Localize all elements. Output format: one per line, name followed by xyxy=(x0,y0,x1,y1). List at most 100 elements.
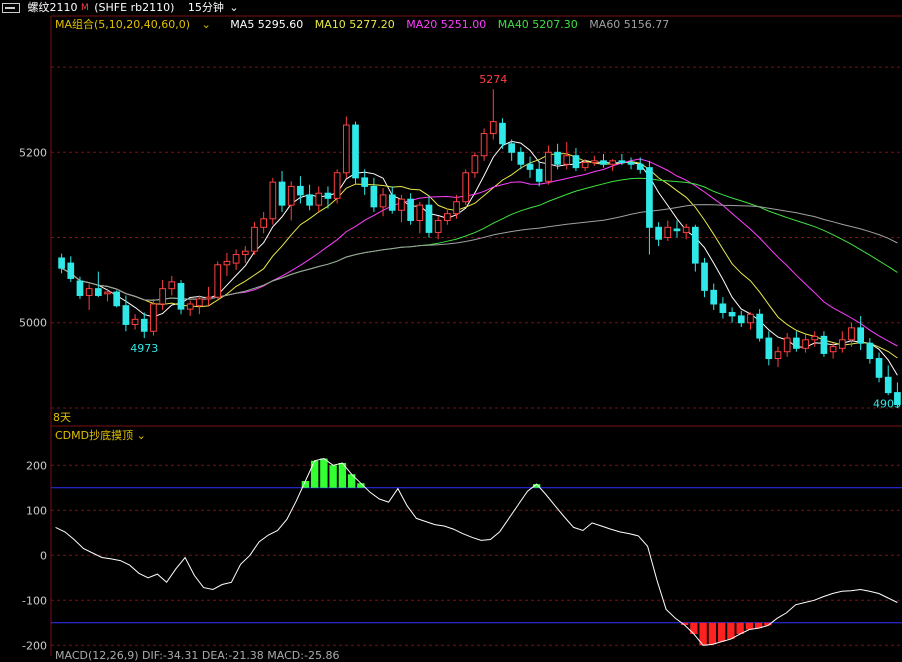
candle[interactable] xyxy=(388,186,396,214)
candle[interactable] xyxy=(168,275,176,296)
candle[interactable] xyxy=(875,352,883,383)
candle[interactable] xyxy=(214,261,222,299)
candle[interactable] xyxy=(747,312,754,330)
candle[interactable] xyxy=(572,148,580,172)
candle[interactable] xyxy=(673,220,681,238)
candle[interactable] xyxy=(333,169,341,204)
candle[interactable] xyxy=(802,334,809,353)
candle[interactable] xyxy=(140,312,148,339)
candle[interactable] xyxy=(774,346,782,368)
period-selector[interactable]: 15分钟 ⌄ xyxy=(188,0,239,16)
candle[interactable] xyxy=(196,295,203,315)
candle[interactable] xyxy=(361,169,369,195)
kline-chart-svg[interactable]: 5200 5000 5274 4973 4903 8天 200 100 0 -100 -200 xyxy=(0,0,902,656)
candle[interactable] xyxy=(342,116,350,178)
candle[interactable] xyxy=(205,286,212,306)
candle[interactable] xyxy=(260,211,268,234)
candle-body xyxy=(590,160,598,164)
candle-body xyxy=(728,312,736,317)
candle-body xyxy=(94,288,102,296)
candle[interactable] xyxy=(186,300,194,316)
candle[interactable] xyxy=(545,145,552,185)
candle[interactable] xyxy=(480,128,488,161)
candle[interactable] xyxy=(627,157,635,170)
candle[interactable] xyxy=(765,331,773,366)
candle[interactable] xyxy=(517,147,525,170)
candle[interactable] xyxy=(682,223,690,240)
instrument-name[interactable]: 螺纹2110 xyxy=(28,0,78,16)
candle[interactable] xyxy=(370,177,378,212)
candle-body xyxy=(269,181,277,220)
candle[interactable] xyxy=(526,156,534,178)
candle[interactable] xyxy=(820,331,828,357)
candle[interactable] xyxy=(434,216,442,240)
candle[interactable] xyxy=(728,307,736,323)
candle[interactable] xyxy=(664,220,672,241)
candle[interactable] xyxy=(489,89,497,140)
chart-stage[interactable]: 5200 5000 5274 4973 4903 8天 200 100 0 -100 -200 xyxy=(0,0,902,656)
candle[interactable] xyxy=(710,283,718,310)
candle[interactable] xyxy=(113,290,121,308)
candle[interactable] xyxy=(829,343,837,359)
candle-body xyxy=(232,254,240,264)
bottom-signal-bar xyxy=(708,622,717,645)
candle[interactable] xyxy=(590,155,598,166)
candle[interactable] xyxy=(719,297,727,319)
candle[interactable] xyxy=(76,276,84,299)
candle[interactable] xyxy=(737,310,745,327)
window-icon[interactable] xyxy=(2,3,20,13)
candle[interactable] xyxy=(104,288,111,302)
candle[interactable] xyxy=(251,222,258,255)
candle[interactable] xyxy=(407,193,414,225)
candle[interactable] xyxy=(177,280,185,315)
candle[interactable] xyxy=(352,121,359,185)
candle[interactable] xyxy=(857,315,865,351)
low-price-label: 4973 xyxy=(130,342,158,355)
candle-body xyxy=(444,213,451,221)
candle[interactable] xyxy=(655,222,662,247)
candle[interactable] xyxy=(223,252,231,276)
candle[interactable] xyxy=(838,331,846,353)
candle[interactable] xyxy=(379,188,387,217)
indicator-selector[interactable]: CDMD抄底摸顶 ⌄ xyxy=(55,429,146,443)
low-price-label: 4903 xyxy=(873,397,901,410)
candle[interactable] xyxy=(756,309,763,342)
candle[interactable] xyxy=(278,171,286,212)
candle[interactable] xyxy=(131,314,139,330)
candle[interactable] xyxy=(783,332,791,357)
candle[interactable] xyxy=(241,246,249,264)
candle[interactable] xyxy=(462,169,470,206)
candle[interactable] xyxy=(471,152,479,178)
candle[interactable] xyxy=(793,331,800,352)
candle[interactable] xyxy=(232,249,240,270)
candle[interactable] xyxy=(67,256,75,282)
candle-body xyxy=(241,250,249,256)
candle[interactable] xyxy=(58,253,65,274)
candle[interactable] xyxy=(425,196,433,238)
candle[interactable] xyxy=(306,184,313,211)
ma40-value: MA40 5207.30 xyxy=(497,18,578,31)
candle[interactable] xyxy=(315,186,323,212)
candle[interactable] xyxy=(691,224,699,272)
candle-body xyxy=(480,133,488,157)
candle[interactable] xyxy=(398,194,405,223)
candle[interactable] xyxy=(416,201,424,234)
candle-body xyxy=(168,281,176,290)
candle[interactable] xyxy=(159,280,166,310)
candle[interactable] xyxy=(444,208,451,225)
candle[interactable] xyxy=(269,177,277,225)
candle[interactable] xyxy=(150,298,157,336)
candle[interactable] xyxy=(701,257,708,298)
candle[interactable] xyxy=(600,154,607,168)
candle[interactable] xyxy=(122,295,130,332)
candle[interactable] xyxy=(85,284,93,310)
ma-group-selector[interactable]: MA组合(5,10,20,40,60,0) ⌄ xyxy=(55,18,222,31)
candle-body xyxy=(122,305,130,325)
candle[interactable] xyxy=(324,186,332,209)
candle[interactable] xyxy=(287,181,295,221)
candle[interactable] xyxy=(866,338,874,364)
candle[interactable] xyxy=(646,160,653,255)
candle[interactable] xyxy=(848,322,855,347)
candle[interactable] xyxy=(884,365,892,396)
candle[interactable] xyxy=(535,160,543,187)
